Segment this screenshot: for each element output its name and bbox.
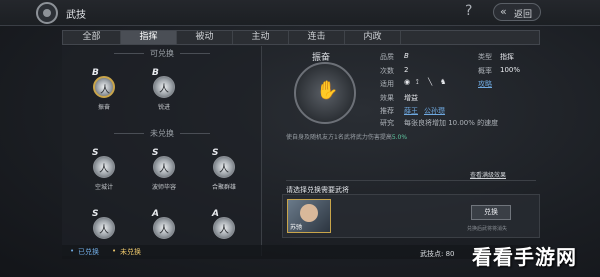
legend-owned: 已兑换 <box>78 248 99 256</box>
skill-screen: 武技 ? « 返回 全部 指挥 被动 主动 连击 内政 可兑换 B 振奋 B 锐… <box>0 0 600 277</box>
skill-list-pane: 可兑换 B 振奋 B 锐进 未兑换 S 空城计 S 波师毕容 S 合聚群雄 <box>62 46 262 256</box>
count-value: 2 <box>404 66 409 74</box>
skill-icon <box>213 217 235 239</box>
skill-description: 使自身及随机友方1名武将武力伤害提高5.0% <box>286 132 407 141</box>
chance-value: 100% <box>500 66 521 74</box>
help-button[interactable]: ? <box>465 3 472 19</box>
tab-combo[interactable]: 连击 <box>289 31 345 44</box>
tab-internal[interactable]: 内政 <box>345 31 401 44</box>
detail-skill-icon <box>294 62 356 124</box>
grade-value: B <box>404 52 409 60</box>
skill-points-label: 武技点 <box>420 250 441 258</box>
general-card[interactable]: 苏驰 <box>287 199 331 233</box>
watermark: 看看手游网 <box>472 245 577 269</box>
divider <box>286 180 536 181</box>
chance-label: 概率 <box>478 67 492 75</box>
type-value: 指挥 <box>500 53 514 61</box>
skill-name: 空城计 <box>94 184 113 191</box>
skill-detail-pane: 振奋 品质 B 次数 2 适用 ◉ ⟟ ╲ ♞ 效果 增益 推荐 薛王 公孙瓒 … <box>264 46 540 256</box>
skill-name: 锐进 <box>157 104 170 111</box>
skill-name: 波师毕容 <box>151 184 176 191</box>
effect-label: 效果 <box>380 94 394 102</box>
recommend-link-2[interactable]: 公孙瓒 <box>424 106 445 116</box>
skill-icon <box>153 217 175 239</box>
skill-points-value: 80 <box>445 250 455 258</box>
top-bar: 武技 ? « 返回 <box>0 0 600 26</box>
legend-unowned: 未兑换 <box>120 248 141 256</box>
general-name: 苏驰 <box>290 224 303 231</box>
swap-button[interactable]: 兑换 <box>471 205 511 220</box>
detail-skill-name: 振奋 <box>312 53 331 63</box>
back-button[interactable]: « 返回 <box>493 3 541 21</box>
legend-owned-dot: • <box>70 247 75 255</box>
recommend-link-1[interactable]: 薛王 <box>404 106 418 116</box>
section-unavailable-label: 未兑换 <box>150 129 174 138</box>
tab-bar: 全部 指挥 被动 主动 连击 内政 <box>62 30 540 45</box>
footer-bar: • 已兑换 • 未兑换 <box>62 245 540 259</box>
tab-all[interactable]: 全部 <box>63 31 121 44</box>
count-label: 次数 <box>380 67 394 75</box>
skill-name: 振奋 <box>97 104 110 111</box>
grade-label: 品质 <box>380 53 394 61</box>
tab-active[interactable]: 主动 <box>233 31 289 44</box>
gear-icon[interactable] <box>36 2 58 24</box>
general-portrait <box>300 204 318 222</box>
back-button-label: 返回 <box>514 10 533 20</box>
effect-value: 增益 <box>404 94 418 102</box>
page-title: 武技 <box>66 10 86 21</box>
view-max-effect-link[interactable]: 查看满级效果 <box>470 170 506 179</box>
tab-command[interactable]: 指挥 <box>121 31 177 44</box>
tab-passive[interactable]: 被动 <box>177 31 233 44</box>
spear-icon: ╲ <box>428 78 433 86</box>
skill-icon <box>153 76 175 98</box>
skill-icon <box>213 156 235 178</box>
skill-points: 武技点: 80 <box>420 250 455 258</box>
section-available: 可兑换 <box>62 48 262 59</box>
type-label: 类型 <box>478 53 492 61</box>
research-text: 每张良将增加 10.00% 的速度 <box>404 119 499 127</box>
skill-icon <box>153 156 175 178</box>
back-arrow-icon: « <box>500 5 507 18</box>
bow-icon: ⟟ <box>416 78 419 86</box>
legend-unowned-dot: • <box>112 247 117 255</box>
section-available-label: 可兑换 <box>150 49 174 58</box>
research-label: 研究 <box>380 119 394 127</box>
skill-icon <box>93 217 115 239</box>
shield-icon: ◉ <box>404 78 411 86</box>
skill-icon <box>93 76 115 98</box>
skill-icon <box>93 156 115 178</box>
strategy-link[interactable]: 攻略 <box>478 79 492 89</box>
skill-name: 合聚群雄 <box>211 184 236 191</box>
recommend-label: 推荐 <box>380 107 394 115</box>
swap-panel: 苏驰 兑换 兑换后武将将消失 <box>282 194 540 238</box>
apply-label: 适用 <box>380 80 394 88</box>
description-text: 使自身及随机友方1名武将武力伤害提高 <box>286 134 392 141</box>
description-value: 5.0% <box>391 134 408 141</box>
horse-icon: ♞ <box>440 78 447 86</box>
section-unavailable: 未兑换 <box>62 128 262 139</box>
swap-note: 兑换后武将将消失 <box>467 226 508 232</box>
